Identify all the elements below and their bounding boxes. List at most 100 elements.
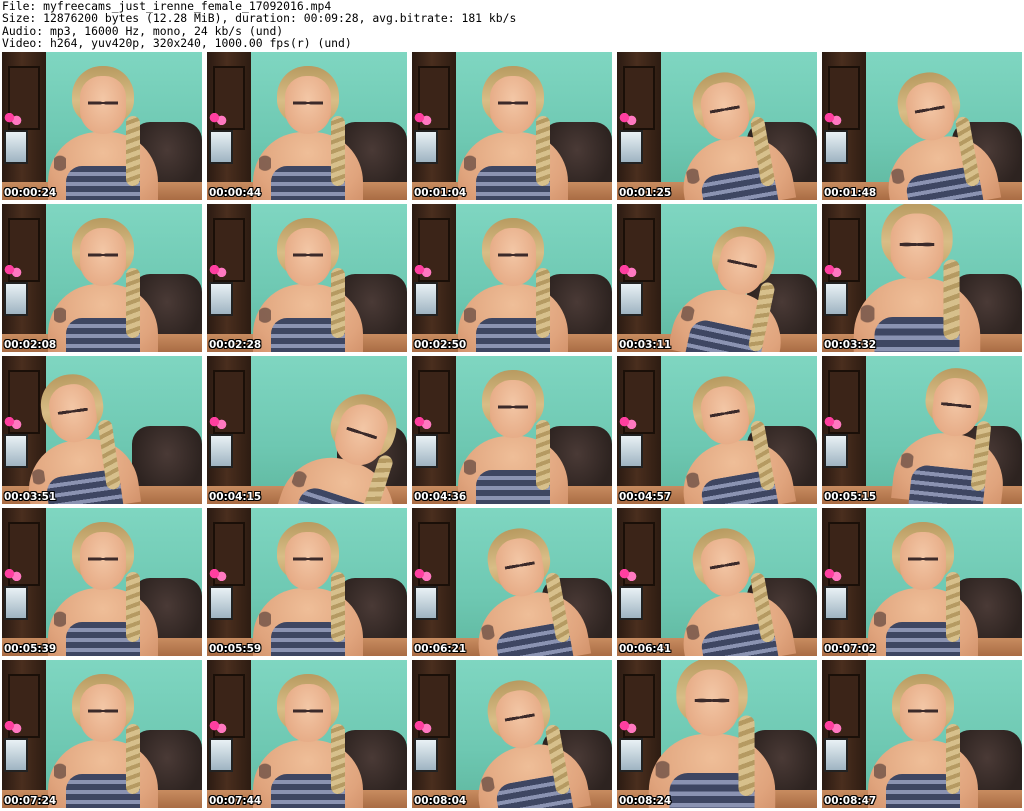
thumbnail-cabinet: [207, 204, 251, 352]
person-braid: [126, 116, 140, 186]
thumbnail-timestamp: 00:00:44: [209, 187, 262, 199]
thumbnail-flowers: [209, 264, 227, 278]
video-thumbnail: 00:01:25: [617, 52, 817, 200]
thumbnail-timestamp: 00:06:41: [619, 643, 672, 655]
thumbnail-tv: [414, 282, 438, 316]
thumbnail-cabinet: [2, 204, 46, 352]
person-eyes: [498, 100, 528, 106]
video-thumbnail: 00:02:28: [207, 204, 407, 352]
thumbnail-person: [891, 363, 1014, 504]
thumbnail-flowers: [209, 568, 227, 582]
thumbnail-cabinet: [412, 204, 456, 352]
thumbnail-timestamp: 00:03:32: [824, 339, 877, 351]
thumbnail-tv: [824, 282, 848, 316]
thumbnail-flowers: [4, 112, 22, 126]
thumbnail-timestamp: 00:04:57: [619, 491, 672, 503]
thumbnail-tv: [414, 434, 438, 468]
thumbnail-flowers: [414, 720, 432, 734]
thumbnail-timestamp: 00:08:47: [824, 795, 877, 807]
thumbnail-person: [458, 370, 568, 504]
video-thumbnail: 00:03:11: [617, 204, 817, 352]
person-braid: [738, 715, 755, 796]
thumbnail-flowers: [824, 416, 842, 430]
thumbnail-cabinet: [617, 508, 661, 656]
thumbnail-timestamp: 00:02:28: [209, 339, 262, 351]
person-eyes: [908, 708, 938, 714]
video-thumbnail: 00:00:44: [207, 52, 407, 200]
thumbnail-tv: [4, 586, 28, 620]
thumbnail-tv: [824, 130, 848, 164]
thumbnail-person: [253, 674, 363, 808]
person-braid: [331, 572, 345, 642]
thumbnail-cabinet: [617, 204, 661, 352]
file-size-line: Size: 12876200 bytes (12.28 MiB), durati…: [2, 11, 517, 26]
thumbnail-flowers: [619, 264, 637, 278]
thumbnail-tv: [619, 434, 643, 468]
person-braid: [536, 420, 550, 490]
thumbnail-cabinet: [822, 356, 866, 504]
thumbnail-flowers: [824, 264, 842, 278]
thumbnail-person: [48, 218, 158, 352]
video-thumbnail: 00:01:48: [822, 52, 1022, 200]
thumbnail-tv: [824, 586, 848, 620]
thumbnail-person: [253, 522, 363, 656]
person-tattoo: [464, 456, 476, 484]
person-eyes: [293, 100, 323, 106]
thumbnail-person: [458, 66, 568, 200]
thumbnail-tv: [414, 738, 438, 772]
thumbnail-tv: [619, 738, 643, 772]
thumbnail-tv: [414, 586, 438, 620]
thumbnail-timestamp: 00:06:21: [414, 643, 467, 655]
person-braid: [126, 268, 140, 338]
video-thumbnail: 00:08:24: [617, 660, 817, 808]
thumbnail-person: [253, 218, 363, 352]
person-tattoo: [54, 304, 66, 332]
person-braid: [331, 116, 345, 186]
thumbnail-flowers: [209, 720, 227, 734]
thumbnail-flowers: [414, 264, 432, 278]
thumbnail-timestamp: 00:01:25: [619, 187, 672, 199]
thumbnail-tv: [824, 434, 848, 468]
thumbnail-tv: [209, 282, 233, 316]
video-thumbnail: 00:00:24: [2, 52, 202, 200]
thumbnail-flowers: [619, 568, 637, 582]
thumbnail-person: [853, 204, 981, 352]
thumbnail-cabinet: [2, 52, 46, 200]
person-tattoo: [54, 152, 66, 180]
thumbnail-person: [13, 367, 142, 504]
thumbnail-person: [48, 674, 158, 808]
person-eyes: [498, 404, 528, 410]
thumbnail-timestamp: 00:07:24: [4, 795, 57, 807]
person-tattoo: [259, 608, 271, 636]
thumbnail-timestamp: 00:07:02: [824, 643, 877, 655]
person-eyes: [293, 556, 323, 562]
video-thumbnail: 00:04:57: [617, 356, 817, 504]
thumbnail-cabinet: [2, 660, 46, 808]
person-eyes: [908, 556, 938, 562]
thumbnail-tv: [414, 130, 438, 164]
thumbnail-person: [253, 66, 363, 200]
thumbnail-timestamp: 00:03:51: [4, 491, 57, 503]
thumbnail-timestamp: 00:01:48: [824, 187, 877, 199]
person-tattoo: [464, 304, 476, 332]
video-thumbnail: 00:05:15: [822, 356, 1022, 504]
thumbnail-timestamp: 00:02:50: [414, 339, 467, 351]
person-eyes: [293, 252, 323, 258]
person-eyes: [694, 697, 730, 704]
thumbnail-tv: [209, 738, 233, 772]
thumbnail-flowers: [414, 568, 432, 582]
person-eyes: [498, 252, 528, 258]
thumbnail-person: [869, 63, 1002, 200]
thumbnail-flowers: [824, 112, 842, 126]
person-eyes: [88, 556, 118, 562]
person-eyes: [88, 708, 118, 714]
thumbnail-flowers: [619, 112, 637, 126]
video-thumbnail: 00:02:50: [412, 204, 612, 352]
video-thumbnail: 00:04:15: [207, 356, 407, 504]
thumbnail-flowers: [414, 416, 432, 430]
thumbnail-person: [664, 63, 797, 200]
video-thumbnail: 00:02:08: [2, 204, 202, 352]
thumbnail-tv: [619, 130, 643, 164]
thumbnail-flowers: [4, 720, 22, 734]
person-eyes: [88, 252, 118, 258]
